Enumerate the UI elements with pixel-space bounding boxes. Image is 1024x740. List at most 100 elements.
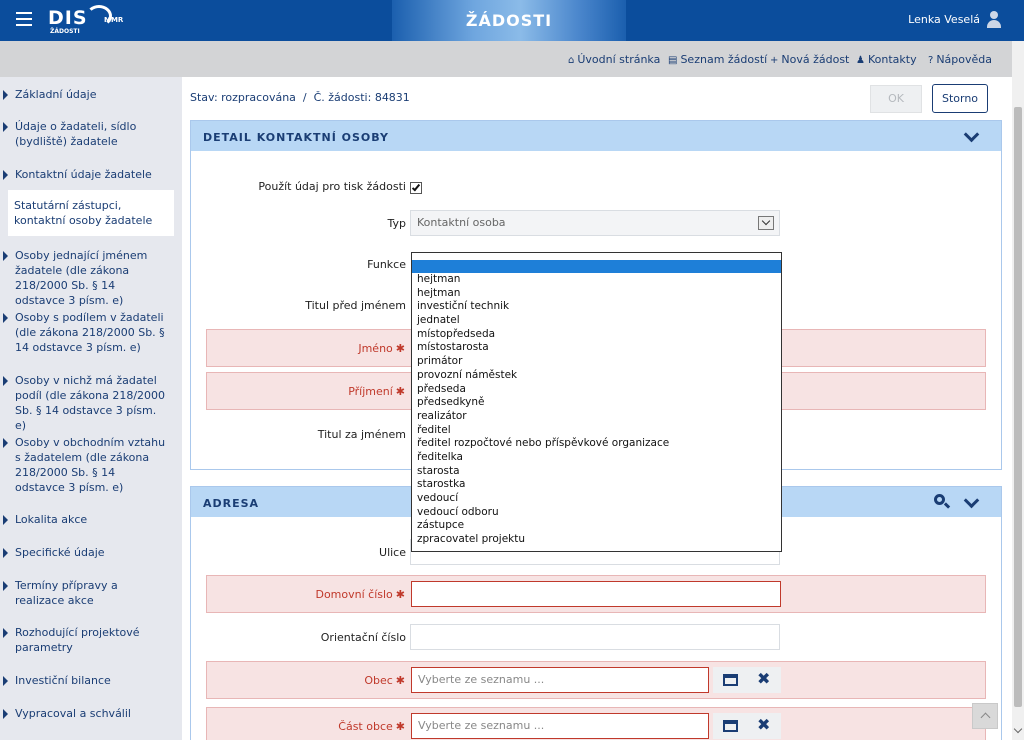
sidebar-item-zakladni-udaje[interactable]: Základní údaje [0, 87, 174, 102]
city-clear-button[interactable]: ✖ [747, 667, 781, 693]
orient-no-label: Orientační číslo [320, 631, 406, 644]
dropdown-option[interactable]: hejtman [412, 273, 781, 287]
nav-list-link[interactable]: ▤ Seznam žádostí [668, 53, 767, 66]
chevron-down-icon[interactable] [964, 495, 978, 509]
search-icon[interactable] [934, 494, 951, 510]
print-checkbox[interactable] [410, 182, 422, 194]
type-select[interactable]: Kontaktní osoba [410, 210, 780, 236]
nav-help-link[interactable]: ? Nápověda [928, 53, 992, 66]
storno-button[interactable]: Storno [932, 84, 988, 113]
sidebar-item-terminy[interactable]: Termíny přípravy a realizace akce [0, 578, 174, 608]
required-icon: ✱ [395, 385, 405, 398]
ok-button[interactable]: OK [870, 85, 922, 113]
triangle-icon [3, 90, 8, 100]
dropdown-option[interactable]: starosta [412, 465, 781, 479]
nav-contacts-label: Kontakty [867, 53, 917, 66]
dropdown-option-selected[interactable] [412, 260, 781, 273]
dropdown-options: hejtman hejtman investiční technik jednatel… [412, 273, 781, 547]
scroll-down-arrow-icon[interactable] [1013, 724, 1023, 734]
sidebar-item-label: Rozhodující projektové parametry [15, 626, 140, 654]
dropdown-option[interactable]: zpracovatel projektu [412, 533, 781, 547]
type-row: Typ Kontaktní osoba [206, 205, 986, 243]
required-icon: ✱ [395, 674, 405, 687]
triangle-icon [3, 676, 8, 686]
orient-no-input[interactable] [410, 624, 780, 650]
dropdown-option[interactable]: ředitel [412, 424, 781, 438]
city-input[interactable]: Vyberte ze seznamu ... [411, 667, 709, 693]
sidebar-item-investicni-bilance[interactable]: Investiční bilance [0, 673, 174, 688]
dropdown-option[interactable]: zástupce [412, 519, 781, 533]
nav-new-link[interactable]: + Nová žádost [770, 53, 849, 66]
triangle-icon [3, 628, 8, 638]
sidebar-item-obchodni-vztah[interactable]: Osoby v obchodním vztahu s žadatelem (dl… [0, 435, 174, 495]
checkmark-icon [411, 182, 421, 192]
dropdown-option[interactable]: jednatel [412, 314, 781, 328]
panel-title: DETAIL KONTAKTNÍ OSOBY [203, 131, 390, 144]
sidebar-item-osoby-s-podilem[interactable]: Osoby s podílem v žadateli (dle zákona 2… [0, 310, 174, 355]
dropdown-option[interactable]: vedoucí [412, 492, 781, 506]
logo-subtitle: ŽÁDOSTI [50, 28, 80, 35]
city-list-button[interactable] [713, 667, 747, 693]
triangle-icon [3, 122, 8, 132]
close-icon: ✖ [757, 669, 771, 688]
part-input[interactable]: Vyberte ze seznamu ... [411, 713, 709, 739]
dropdown-option[interactable]: ředitel rozpočtové nebo příspěvkové orga… [412, 437, 781, 451]
dropdown-option[interactable]: hejtman [412, 287, 781, 301]
page-scrollbar[interactable] [1012, 41, 1024, 740]
nav-list-label: Seznam žádostí [680, 53, 768, 66]
user-name[interactable]: Lenka Veselá [908, 13, 980, 26]
close-icon: ✖ [757, 715, 771, 734]
banner: ŽÁDOSTI [392, 0, 626, 41]
city-row: Obec ✱ Vyberte ze seznamu ... ✖ [206, 661, 986, 699]
sidebar-item-label: Základní údaje [15, 88, 97, 101]
nav-bar: ⌂ Úvodní stránka ▤ Seznam žádostí + Nová žá… [0, 41, 1012, 77]
chevron-down-icon[interactable] [964, 129, 978, 143]
user-icon[interactable] [986, 11, 1002, 28]
dropdown-option[interactable]: primátor [412, 355, 781, 369]
sidebar-item-lokalita[interactable]: Lokalita akce [0, 512, 174, 527]
part-clear-button[interactable]: ✖ [747, 713, 781, 739]
panel-title: ADRESA [203, 497, 260, 510]
sidebar: Základní údaje Údaje o žadateli, sídlo (… [0, 77, 182, 740]
part-list-button[interactable] [713, 713, 747, 739]
dropdown-option[interactable]: vedoucí odboru [412, 506, 781, 520]
sidebar-item-label: Termíny přípravy a realizace akce [15, 579, 118, 607]
sidebar-item-label: Investiční bilance [15, 674, 111, 687]
sidebar-item-osoby-v-nichz[interactable]: Osoby v nichž má žadatel podíl (dle záko… [0, 373, 174, 433]
dropdown-option[interactable]: starostka [412, 478, 781, 492]
dropdown-option[interactable]: místostarosta [412, 341, 781, 355]
dropdown-option[interactable]: realizátor [412, 410, 781, 424]
sidebar-item-label: Specifické údaje [15, 546, 105, 559]
sidebar-item-label: Osoby v nichž má žadatel podíl (dle záko… [15, 374, 166, 432]
scroll-to-top-button[interactable] [972, 703, 998, 729]
sidebar-item-label: Lokalita akce [15, 513, 88, 526]
dropdown-option[interactable]: provozní náměstek [412, 369, 781, 383]
sidebar-item-kontaktni-udaje[interactable]: Kontaktní údaje žadatele [0, 167, 174, 182]
home-icon: ⌂ [568, 55, 575, 66]
scrollbar-thumb[interactable] [1014, 107, 1022, 707]
required-icon: ✱ [395, 720, 405, 733]
function-dropdown[interactable]: hejtman hejtman investiční technik jednatel… [411, 252, 782, 552]
dropdown-option[interactable]: předsedkyně [412, 396, 781, 410]
sidebar-item-specificke[interactable]: Specifické údaje [0, 545, 174, 560]
sidebar-item-zadatel[interactable]: Údaje o žadateli, sídlo (bydliště) žadat… [0, 119, 174, 149]
sidebar-item-vypracoval[interactable]: Vypracoval a schválil [0, 706, 174, 721]
dropdown-option[interactable]: ředitelka [412, 451, 781, 465]
required-icon: ✱ [395, 342, 405, 355]
nav-home-link[interactable]: ⌂ Úvodní stránka [568, 53, 660, 66]
dropdown-option[interactable]: místopředseda [412, 328, 781, 342]
sidebar-item-parametry[interactable]: Rozhodující projektové parametry [0, 625, 174, 655]
hamburger-menu-icon[interactable] [16, 12, 32, 26]
sidebar-item-osoby-jednajici[interactable]: Osoby jednající jménem žadatele (dle zák… [0, 248, 174, 308]
title-before-label: Titul před jménem [305, 299, 406, 312]
dropdown-option[interactable]: předseda [412, 383, 781, 397]
house-no-input[interactable] [411, 581, 781, 607]
nav-contacts-link[interactable]: ♟ Kontakty [856, 53, 917, 66]
triangle-icon [3, 515, 8, 525]
dropdown-option[interactable]: investiční technik [412, 300, 781, 314]
sidebar-item-statutarni-zastupci[interactable]: Statutární zástupci, kontaktní osoby žad… [8, 190, 174, 236]
dis-logo[interactable]: DIS ŽÁDOSTI MMR [48, 5, 123, 35]
type-value: Kontaktní osoba [417, 216, 506, 229]
sidebar-item-label: Osoby jednající jménem žadatele (dle zák… [15, 249, 148, 307]
last-name-label: Příjmení ✱ [348, 385, 405, 398]
